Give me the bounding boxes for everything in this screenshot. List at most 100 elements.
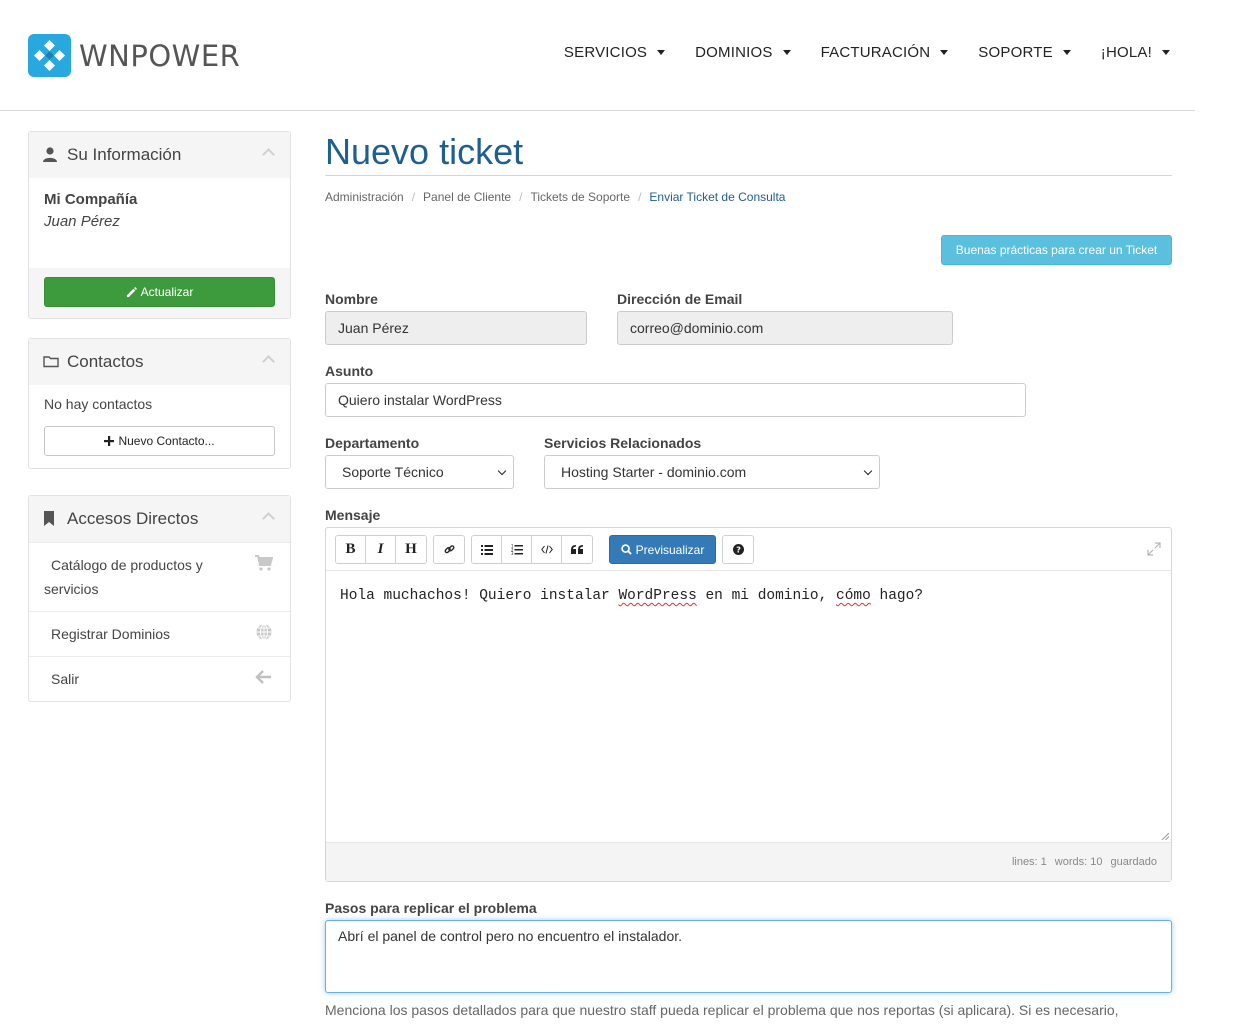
status-saved: guardado: [1110, 856, 1158, 868]
shortcut-label: Salir: [51, 671, 80, 687]
caret-down-icon: [1062, 50, 1071, 55]
email-label: Dirección de Email: [617, 291, 743, 307]
info-panel-footer: Actualizar: [29, 268, 290, 318]
unordered-list-button[interactable]: [472, 536, 502, 563]
chevron-up-icon[interactable]: [262, 148, 275, 161]
heading-button[interactable]: H: [396, 536, 426, 563]
shortcut-register-domains[interactable]: Registrar Dominios: [29, 611, 290, 656]
ordered-list-button[interactable]: 123: [502, 536, 532, 563]
company-name: Mi Compañía: [44, 191, 138, 208]
link-button[interactable]: [434, 536, 464, 563]
subject-label: Asunto: [325, 363, 374, 379]
preview-button[interactable]: Previsualizar: [609, 535, 716, 564]
message-text: hago?: [870, 588, 924, 604]
best-practices-button[interactable]: Buenas prácticas para crear un Ticket: [941, 235, 1172, 265]
title-divider: [325, 175, 1172, 176]
code-button[interactable]: [532, 536, 562, 563]
info-body: Mi Compañía Juan Pérez: [29, 178, 290, 268]
message-label: Mensaje: [325, 507, 381, 523]
search-icon: [620, 544, 632, 555]
message-text: Hola muchachos! Quiero instalar: [340, 588, 619, 604]
subject-input[interactable]: Quiero instalar WordPress: [325, 383, 1026, 417]
logo-icon: [28, 34, 71, 77]
breadcrumb-item[interactable]: Tickets de Soporte: [530, 190, 630, 204]
globe-icon: [256, 624, 272, 640]
shortcuts-panel-header[interactable]: Accesos Directos: [29, 496, 290, 542]
resize-grip-icon[interactable]: [1161, 832, 1169, 840]
nav-label: SERVICIOS: [563, 44, 648, 61]
breadcrumb-item[interactable]: Panel de Cliente: [423, 190, 511, 204]
new-contact-button[interactable]: Nuevo Contacto...: [44, 426, 275, 456]
shortcut-catalog[interactable]: Catálogo de productos y servicios: [29, 542, 290, 611]
department-selected: Soporte Técnico: [342, 464, 444, 480]
status-lines: lines: 1: [1011, 856, 1047, 868]
shortcut-label: servicios: [44, 581, 99, 597]
nav-hola[interactable]: ¡HOLA!: [1101, 44, 1170, 61]
no-contacts-text: No hay contactos: [44, 396, 153, 412]
caret-down-icon: [940, 50, 949, 55]
nav-soporte[interactable]: SOPORTE: [978, 44, 1071, 61]
chevron-up-icon[interactable]: [262, 355, 275, 368]
shortcut-label: Registrar Dominios: [51, 626, 171, 642]
code-icon: [540, 545, 553, 554]
page-title: Nuevo ticket: [325, 131, 524, 172]
nav-dominios[interactable]: DOMINIOS: [695, 44, 791, 61]
arrow-left-icon: [255, 670, 271, 684]
bold-button[interactable]: B: [336, 536, 366, 563]
update-button[interactable]: Actualizar: [44, 277, 275, 307]
contacts-panel-header[interactable]: Contactos: [29, 339, 290, 385]
logo[interactable]: WNPOWER: [28, 34, 240, 77]
breadcrumb-separator: /: [519, 190, 523, 204]
department-select[interactable]: Soporte Técnico: [325, 455, 514, 489]
department-label: Departamento: [325, 435, 420, 451]
main-content: Nuevo ticket Administración / Panel de Cl…: [325, 130, 1172, 1018]
nav-servicios[interactable]: SERVICIOS: [563, 44, 666, 61]
shortcuts-panel: Accesos Directos Catálogo de productos y…: [28, 495, 291, 702]
name-field[interactable]: Juan Pérez: [325, 311, 587, 345]
editor-status-bar: lines: 1 words: 10 guardado: [326, 842, 1171, 881]
info-panel: Su Información Mi Compañía Juan Pérez Ac…: [28, 131, 291, 319]
contacts-body: No hay contactos Nuevo Contacto...: [29, 385, 290, 468]
format-group: B I H: [335, 535, 427, 564]
name-label: Nombre: [325, 291, 378, 307]
steps-textarea[interactable]: Abrí el panel de control pero no encuent…: [325, 920, 1172, 993]
person-name: Juan Pérez: [44, 213, 120, 230]
quote-button[interactable]: [562, 536, 592, 563]
message-editor: B I H 123 Previsualizar ? Hola muchachos…: [325, 527, 1172, 882]
shortcut-label: Catálogo de productos y: [51, 557, 203, 573]
message-text-misspelled: WordPress: [618, 588, 697, 604]
chevron-up-icon[interactable]: [262, 512, 275, 525]
contacts-panel-title: Contactos: [67, 352, 144, 371]
caret-down-icon: [782, 50, 791, 55]
link-icon: [444, 545, 454, 554]
email-field[interactable]: correo@dominio.com: [617, 311, 953, 345]
services-selected: Hosting Starter - dominio.com: [561, 464, 747, 480]
nav-label: SOPORTE: [978, 44, 1053, 61]
italic-button[interactable]: I: [366, 536, 396, 563]
new-contact-label: Nuevo Contacto...: [118, 434, 215, 448]
help-group: ?: [722, 535, 754, 564]
svg-text:?: ?: [736, 545, 741, 555]
status-words: words: 10: [1054, 856, 1103, 868]
logo-text: WNPOWER: [79, 38, 241, 73]
chevron-down-icon: [863, 466, 873, 476]
link-group: [433, 535, 465, 564]
info-panel-header[interactable]: Su Información: [29, 132, 290, 178]
shortcut-logout[interactable]: Salir: [29, 656, 290, 701]
expand-icon[interactable]: [1147, 542, 1161, 556]
nav-facturacion[interactable]: FACTURACIÓN: [821, 44, 949, 61]
editor-toolbar: B I H 123 Previsualizar ?: [326, 528, 1171, 571]
list-group: 123: [471, 535, 593, 564]
folder-icon: [43, 354, 59, 370]
breadcrumb-separator: /: [411, 190, 416, 204]
services-select[interactable]: Hosting Starter - dominio.com: [544, 455, 880, 489]
cart-icon: [255, 555, 273, 571]
chevron-down-icon: [497, 466, 507, 476]
user-icon: [43, 147, 59, 163]
breadcrumb: Administración / Panel de Cliente / Ticket…: [325, 190, 1172, 204]
site-header: WNPOWER SERVICIOS DOMINIOS FACTURACIÓN S…: [0, 0, 1195, 111]
message-textarea[interactable]: Hola muchachos! Quiero instalar WordPres…: [340, 588, 923, 604]
help-button[interactable]: ?: [723, 536, 753, 563]
breadcrumb-item[interactable]: Administración: [325, 190, 404, 204]
message-text: en mi dominio,: [696, 588, 837, 604]
